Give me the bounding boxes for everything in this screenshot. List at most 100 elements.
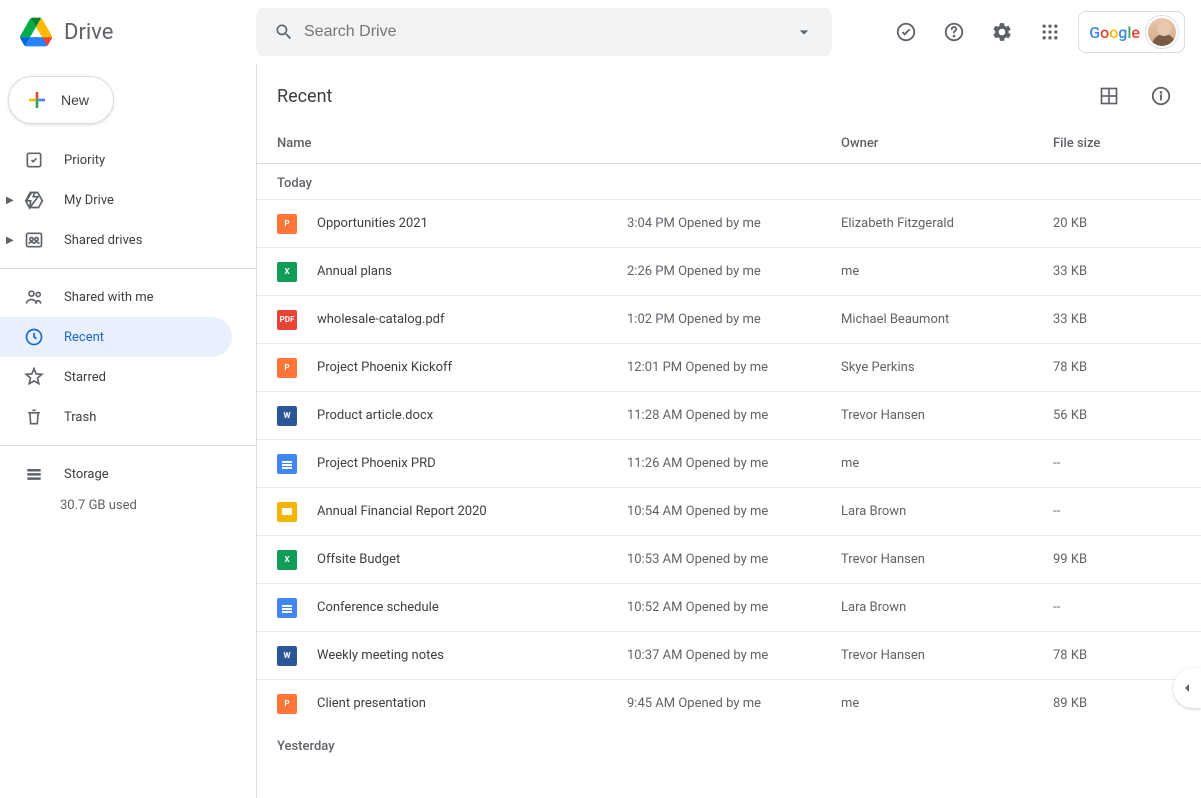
file-row[interactable]: PProject Phoenix Kickoff12:01 PM Opened … [257, 343, 1201, 391]
sidebar-item-label: Storage [64, 467, 109, 482]
file-owner: me [841, 456, 1053, 471]
file-name: wholesale-catalog.pdf [317, 312, 627, 327]
file-row[interactable]: Project Phoenix PRD11:26 AM Opened by me… [257, 439, 1201, 487]
file-opened: 11:28 AM Opened by me [627, 408, 841, 423]
file-size: 78 KB [1053, 648, 1181, 663]
file-owner: me [841, 264, 1053, 279]
file-row[interactable]: Conference schedule10:52 AM Opened by me… [257, 583, 1201, 631]
column-name[interactable]: Name [277, 136, 627, 151]
app-header: Drive Google [0, 0, 1201, 64]
file-type-slides-icon [277, 502, 297, 522]
search-icon [264, 22, 304, 42]
shared-with-me-icon [24, 287, 44, 307]
sidebar-item-shared-drives[interactable]: ▶ Shared drives [0, 220, 232, 260]
sidebar-item-label: My Drive [64, 193, 114, 208]
file-row[interactable]: WWeekly meeting notes10:37 AM Opened by … [257, 631, 1201, 679]
sidebar-item-my-drive[interactable]: ▶ My Drive [0, 180, 232, 220]
file-opened: 10:53 AM Opened by me [627, 552, 841, 567]
trash-icon [24, 407, 44, 427]
file-row[interactable]: PClient presentation9:45 AM Opened by me… [257, 679, 1201, 727]
file-name: Client presentation [317, 696, 627, 711]
new-button[interactable]: New [8, 76, 114, 124]
file-size: 78 KB [1053, 360, 1181, 375]
search-wrap [256, 8, 886, 56]
file-opened: 10:52 AM Opened by me [627, 600, 841, 615]
sidebar-item-priority[interactable]: Priority [0, 140, 232, 180]
search-input[interactable] [304, 23, 784, 41]
sidebar-item-label: Shared with me [64, 290, 154, 305]
file-size: -- [1053, 600, 1181, 615]
file-opened: 11:26 AM Opened by me [627, 456, 841, 471]
grid-view-icon[interactable] [1089, 76, 1129, 116]
file-name: Annual plans [317, 264, 627, 279]
file-row[interactable]: W Product article.docx11:28 AM Opened by … [257, 391, 1201, 439]
ready-offline-icon[interactable] [886, 12, 926, 52]
file-size: 33 KB [1053, 264, 1181, 279]
expand-icon[interactable]: ▶ [6, 235, 14, 246]
file-type-pdf-icon: PDF [277, 310, 297, 330]
sidebar-item-recent[interactable]: Recent [0, 317, 232, 357]
sidebar-item-label: Shared drives [64, 233, 142, 248]
page-title: Recent [277, 86, 1089, 107]
google-logo: Google [1089, 23, 1140, 42]
file-row[interactable]: XOffsite Budget10:53 AM Opened by meTrev… [257, 535, 1201, 583]
file-size: 33 KB [1053, 312, 1181, 327]
file-row[interactable]: XAnnual plans2:26 PM Opened by meme33 KB [257, 247, 1201, 295]
group-label: Yesterday [257, 727, 1201, 762]
file-owner: Lara Brown [841, 600, 1053, 615]
file-size: 20 KB [1053, 216, 1181, 231]
sidebar-item-storage[interactable]: Storage [0, 454, 232, 494]
file-opened: 3:04 PM Opened by me [627, 216, 841, 231]
plus-icon [25, 88, 49, 112]
file-type-docs-icon [277, 454, 297, 474]
starred-icon [24, 367, 44, 387]
account-chip[interactable]: Google [1078, 11, 1185, 53]
sidebar-item-shared-with-me[interactable]: Shared with me [0, 277, 232, 317]
file-type-sheets-icon: X [277, 262, 297, 282]
expand-icon[interactable]: ▶ [6, 195, 14, 206]
file-owner: Trevor Hansen [841, 648, 1053, 663]
file-type-word-icon: W [277, 406, 297, 426]
file-owner: Skye Perkins [841, 360, 1053, 375]
header-actions: Google [886, 11, 1193, 53]
file-owner: Trevor Hansen [841, 552, 1053, 567]
file-size: 56 KB [1053, 408, 1181, 423]
settings-icon[interactable] [982, 12, 1022, 52]
details-icon[interactable] [1141, 76, 1181, 116]
file-size: -- [1053, 456, 1181, 471]
file-owner: Elizabeth Fitzgerald [841, 216, 1053, 231]
file-owner: me [841, 696, 1053, 711]
file-name: Opportunities 2021 [317, 216, 627, 231]
sidebar-item-trash[interactable]: Trash [0, 397, 232, 437]
drive-logo-icon [16, 12, 56, 52]
sidebar-item-label: Starred [64, 370, 106, 385]
file-type-sheets-icon: X [277, 550, 297, 570]
file-opened: 9:45 AM Opened by me [627, 696, 841, 711]
avatar [1146, 16, 1178, 48]
column-size[interactable]: File size [1053, 136, 1181, 151]
support-icon[interactable] [934, 12, 974, 52]
sidebar-item-label: Priority [64, 153, 105, 168]
file-name: Project Phoenix Kickoff [317, 360, 627, 375]
apps-icon[interactable] [1030, 12, 1070, 52]
logo-area[interactable]: Drive [16, 12, 256, 52]
content-area: Recent Name Owner File size TodayPOpport… [256, 64, 1201, 798]
priority-icon [24, 150, 44, 170]
sidebar-item-starred[interactable]: Starred [0, 357, 232, 397]
file-row[interactable]: Annual Financial Report 202010:54 AM Ope… [257, 487, 1201, 535]
file-row[interactable]: POpportunities 20213:04 PM Opened by meE… [257, 199, 1201, 247]
sidebar-item-label: Trash [64, 410, 96, 425]
storage-icon [24, 464, 44, 484]
file-owner: Lara Brown [841, 504, 1053, 519]
column-owner[interactable]: Owner [841, 136, 1053, 151]
sidebar-item-label: Recent [64, 330, 104, 345]
file-name: Conference schedule [317, 600, 627, 615]
recent-icon [24, 327, 44, 347]
file-type-docs-icon [277, 598, 297, 618]
file-row[interactable]: PDFwholesale-catalog.pdf1:02 PM Opened b… [257, 295, 1201, 343]
search-options-icon[interactable] [784, 22, 824, 42]
search-bar[interactable] [256, 8, 832, 56]
file-name: Project Phoenix PRD [317, 456, 627, 471]
file-name: Product article.docx [317, 408, 627, 423]
file-owner: Trevor Hansen [841, 408, 1053, 423]
